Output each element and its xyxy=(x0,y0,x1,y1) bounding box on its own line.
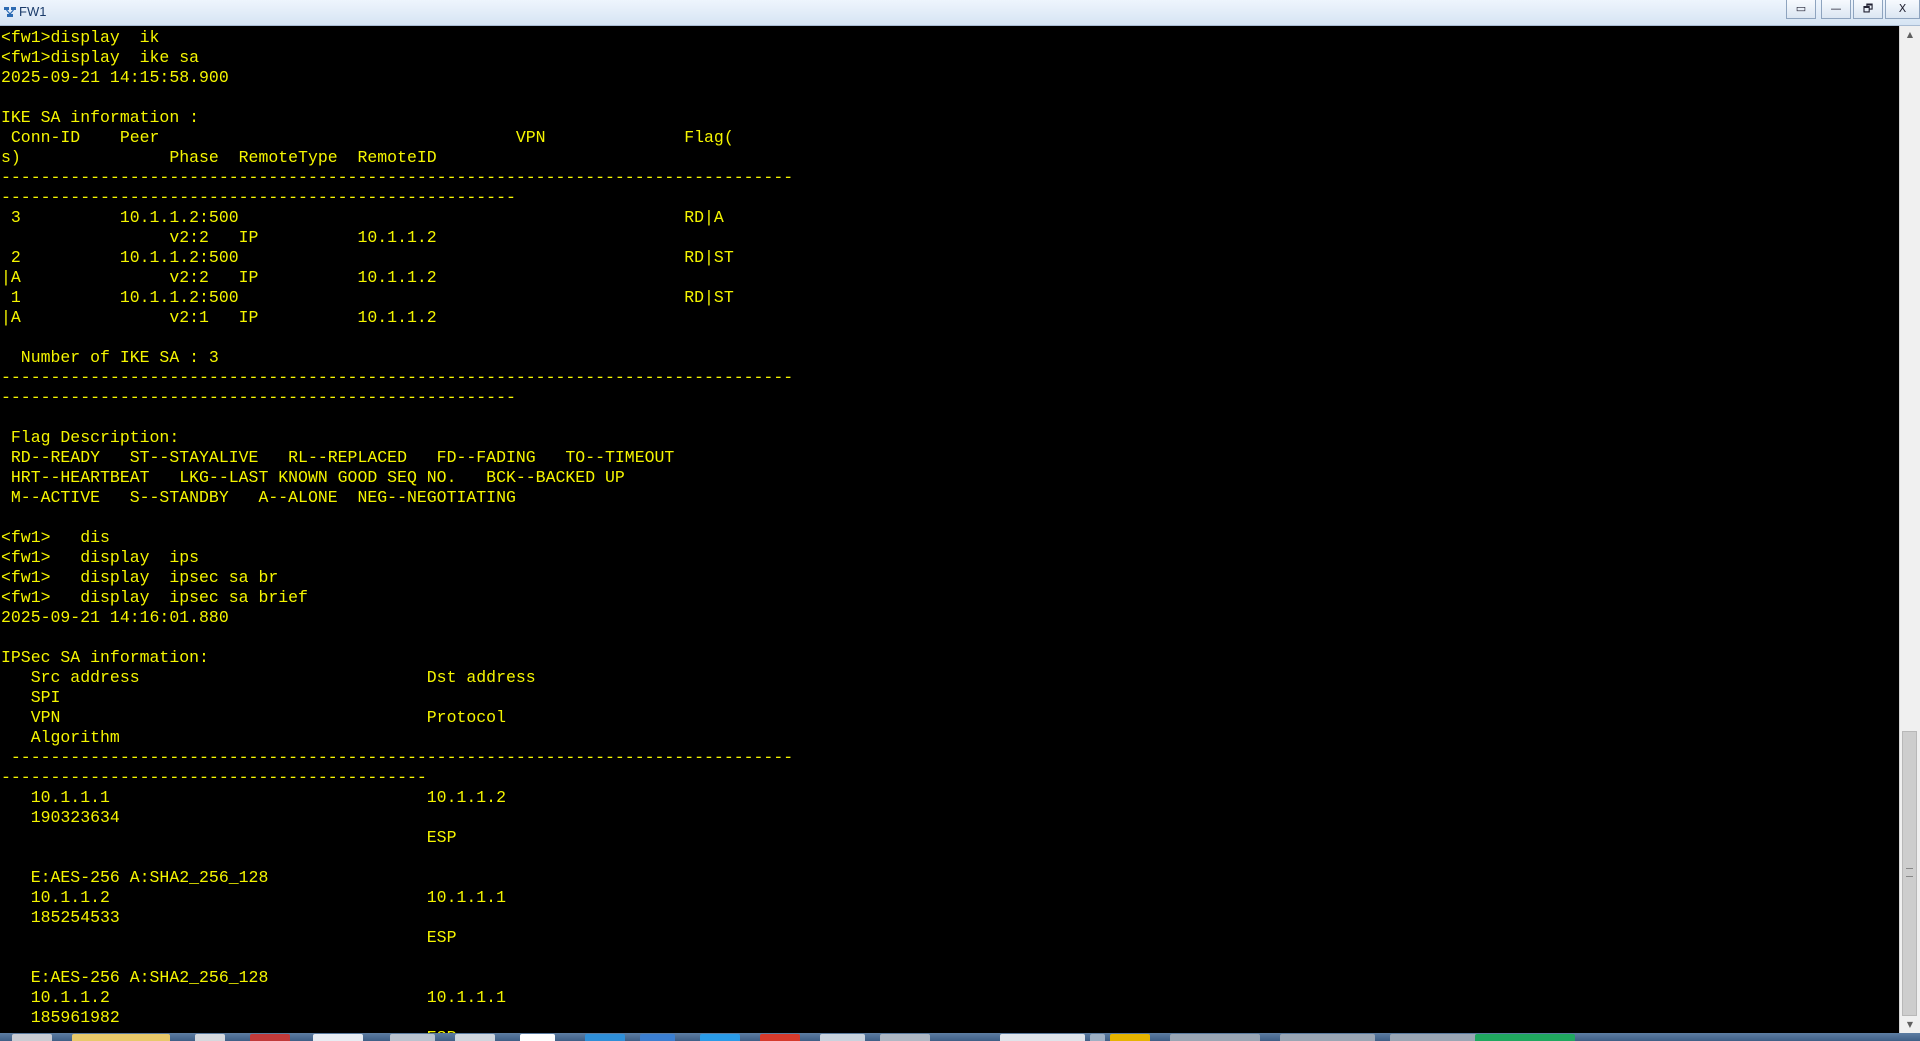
terminal-line: ----------------------------------------… xyxy=(1,748,794,767)
terminal-line: <fw1> display ips xyxy=(1,548,200,567)
terminal-line: E:AES-256 A:SHA2_256_128 xyxy=(1,968,269,987)
terminal-line: 10.1.1.2 10.1.1.1 xyxy=(1,988,506,1007)
taskbar-app-icon[interactable] xyxy=(12,1034,52,1041)
terminal-line: ----------------------------------------… xyxy=(1,368,794,387)
terminal-line: Src address Dst address xyxy=(1,668,536,687)
terminal-line: 1 10.1.1.2:500 RD|ST xyxy=(1,288,734,307)
taskbar-app-icon[interactable] xyxy=(700,1034,740,1041)
terminal-line: 10.1.1.2 10.1.1.1 xyxy=(1,888,506,907)
taskbar-app-icon[interactable] xyxy=(585,1034,625,1041)
scroll-up-arrow[interactable]: ▲ xyxy=(1900,26,1920,43)
terminal-line: SPI xyxy=(1,688,61,707)
taskbar-app-icon[interactable] xyxy=(520,1034,555,1041)
terminal-text: <fw1>display ik <fw1>display ike sa 2025… xyxy=(0,28,1899,1033)
terminal-line: HRT--HEARTBEAT LKG--LAST KNOWN GOOD SEQ … xyxy=(1,468,625,487)
restore-all-button[interactable]: ▭ xyxy=(1786,0,1816,19)
terminal-line: IPSec SA information: xyxy=(1,648,209,667)
close-icon: X xyxy=(1898,2,1907,15)
terminal-line: VPN Protocol xyxy=(1,708,506,727)
grip-icon xyxy=(1906,868,1913,877)
terminal-line: Flag Description: xyxy=(1,428,180,447)
minimize-icon: — xyxy=(1830,2,1842,15)
terminal-output[interactable]: <fw1>display ik <fw1>display ike sa 2025… xyxy=(0,28,1899,1033)
taskbar xyxy=(0,1033,1920,1041)
terminal-line: 3 10.1.1.2:500 RD|A xyxy=(1,208,724,227)
taskbar-app-icon[interactable] xyxy=(72,1034,170,1041)
terminal-line: Algorithm xyxy=(1,728,120,747)
close-button[interactable]: X xyxy=(1885,0,1920,19)
terminal-line: v2:2 IP 10.1.1.2 xyxy=(1,228,437,247)
terminal-line: <fw1> dis xyxy=(1,528,110,547)
taskbar-app-icon[interactable] xyxy=(390,1034,435,1041)
terminal-line: Conn-ID Peer VPN Flag( xyxy=(1,128,734,147)
terminal-line: Number of IKE SA : 3 xyxy=(1,348,219,367)
terminal-line: ----------------------------------------… xyxy=(1,168,794,187)
taskbar-app-icon[interactable] xyxy=(760,1034,800,1041)
terminal-line: <fw1>display ik xyxy=(1,28,160,47)
taskbar-app-icon[interactable] xyxy=(313,1034,363,1041)
terminal-line: 2025-09-21 14:16:01.880 xyxy=(1,608,229,627)
terminal-line: <fw1> display ipsec sa brief xyxy=(1,588,308,607)
title-bar[interactable]: FW1 ▭ — 🗗 X xyxy=(0,0,1920,26)
terminal-line: 185961982 xyxy=(1,1008,120,1027)
taskbar-app-icon[interactable] xyxy=(250,1034,290,1041)
terminal-line: M--ACTIVE S--STANDBY A--ALONE NEG--NEGOT… xyxy=(1,488,516,507)
terminal-line: ----------------------------------------… xyxy=(1,768,427,787)
terminal-line: 190323634 xyxy=(1,808,120,827)
scroll-down-arrow[interactable]: ▼ xyxy=(1900,1016,1920,1033)
terminal-line: <fw1> display ipsec sa br xyxy=(1,568,279,587)
taskbar-app-icon[interactable] xyxy=(455,1034,495,1041)
minimize-button[interactable]: — xyxy=(1821,0,1851,19)
scroll-thumb[interactable] xyxy=(1902,731,1917,1016)
taskbar-app-icon[interactable] xyxy=(880,1034,930,1041)
terminal-line: IKE SA information : xyxy=(1,108,200,127)
taskbar-app-icon[interactable] xyxy=(640,1034,675,1041)
taskbar-app-icon[interactable] xyxy=(1090,1034,1105,1041)
taskbar-app-icon[interactable] xyxy=(1170,1034,1260,1041)
terminal-line: ----------------------------------------… xyxy=(1,388,516,407)
network-device-icon xyxy=(4,7,16,17)
terminal-line: E:AES-256 A:SHA2_256_128 xyxy=(1,868,269,887)
terminal-line: 2 10.1.1.2:500 RD|ST xyxy=(1,248,734,267)
terminal-line: RD--READY ST--STAYALIVE RL--REPLACED FD-… xyxy=(1,448,675,467)
maximize-button[interactable]: 🗗 xyxy=(1853,0,1883,19)
terminal-line: 10.1.1.1 10.1.1.2 xyxy=(1,788,506,807)
terminal-line: |A v2:1 IP 10.1.1.2 xyxy=(1,308,437,327)
taskbar-app-icon[interactable] xyxy=(195,1034,225,1041)
terminal-line: s) Phase RemoteType RemoteID xyxy=(1,148,437,167)
terminal-line: <fw1>display ike sa xyxy=(1,48,200,67)
taskbar-app-icon[interactable] xyxy=(1390,1034,1485,1041)
terminal-line: |A v2:2 IP 10.1.1.2 xyxy=(1,268,437,287)
taskbar-app-icon[interactable] xyxy=(1110,1034,1150,1041)
terminal-window: FW1 ▭ — 🗗 X <fw1>display ik <fw1>display… xyxy=(0,0,1920,1041)
taskbar-app-icon[interactable] xyxy=(820,1034,865,1041)
vertical-scrollbar[interactable]: ▲ ▼ xyxy=(1899,26,1920,1033)
taskbar-app-icon[interactable] xyxy=(1000,1034,1085,1041)
tile-windows-icon: ▭ xyxy=(1795,2,1807,15)
maximize-icon: 🗗 xyxy=(1862,2,1874,15)
terminal-line: 2025-09-21 14:15:58.900 xyxy=(1,68,229,87)
terminal-line: 185254533 xyxy=(1,908,120,927)
taskbar-app-icon[interactable] xyxy=(1280,1034,1375,1041)
window-title: FW1 xyxy=(19,4,47,19)
taskbar-app-icon[interactable] xyxy=(1475,1034,1575,1041)
terminal-line: ESP xyxy=(1,828,457,847)
terminal-line: ESP xyxy=(1,928,457,947)
terminal-line: ----------------------------------------… xyxy=(1,188,516,207)
